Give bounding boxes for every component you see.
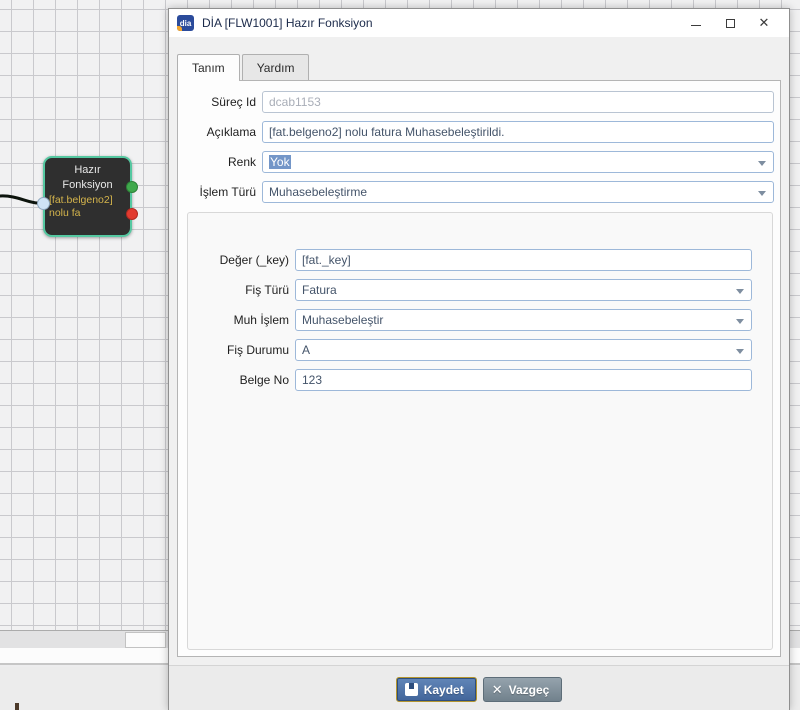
muh-islem-label: Muh İşlem: [194, 313, 289, 327]
dialog-hazir-fonksiyon: dia DİA [FLW1001] Hazır Fonksiyon ✕ Tanı…: [168, 8, 790, 710]
node-output-port-success[interactable]: [126, 181, 138, 193]
close-icon: ✕: [759, 15, 770, 31]
islem-turu-label: İşlem Türü: [184, 185, 256, 199]
screen: Hazır Fonksiyon [fat.belgeno2] nolu fa d…: [0, 0, 800, 710]
node-title: Hazır Fonksiyon: [49, 163, 126, 193]
chevron-down-icon: [758, 161, 766, 166]
kaydet-button[interactable]: Kaydet: [396, 677, 477, 702]
maximize-icon: [726, 19, 735, 28]
field-row-surec-id: Süreç Id dcab1153: [184, 91, 774, 113]
fis-turu-label: Fiş Türü: [194, 283, 289, 297]
fis-durumu-combobox[interactable]: A: [295, 339, 752, 361]
save-icon: [405, 683, 418, 696]
surec-id-input[interactable]: dcab1153: [262, 91, 774, 113]
dialog-button-bar: Kaydet ✕ Vazgeç: [169, 665, 789, 710]
tab-bar: Tanım Yardım: [177, 54, 789, 80]
tab-tanim[interactable]: Tanım: [177, 54, 240, 80]
field-row-belge-no: Belge No 123: [194, 369, 752, 391]
minimize-button[interactable]: [679, 12, 713, 34]
fis-durumu-label: Fiş Durumu: [194, 343, 289, 357]
dia-logo-icon: dia: [177, 15, 194, 31]
field-row-islem-turu: İşlem Türü Muhasebeleştirme: [184, 181, 774, 203]
scrollbar-thumb[interactable]: [125, 632, 166, 648]
field-row-fis-durumu: Fiş Durumu A: [194, 339, 752, 361]
chevron-down-icon: [736, 349, 744, 354]
close-button[interactable]: ✕: [747, 12, 781, 34]
vazgec-button[interactable]: ✕ Vazgeç: [483, 677, 563, 702]
aciklama-input[interactable]: [fat.belgeno2] nolu fatura Muhasebeleşti…: [262, 121, 774, 143]
chevron-down-icon: [736, 319, 744, 324]
node-input-port[interactable]: [37, 197, 50, 210]
renk-combobox[interactable]: Yok: [262, 151, 774, 173]
parameters-groupbox: Değer (_key) [fat._key] Fiş Türü Fatura …: [187, 212, 773, 650]
muh-islem-combobox[interactable]: Muhasebeleştir: [295, 309, 752, 331]
field-row-fis-turu: Fiş Türü Fatura: [194, 279, 752, 301]
deger-key-label: Değer (_key): [194, 253, 289, 267]
field-row-deger-key: Değer (_key) [fat._key]: [194, 249, 752, 271]
renk-label: Renk: [184, 155, 256, 169]
field-row-renk: Renk Yok: [184, 151, 774, 173]
cancel-x-icon: ✕: [492, 683, 503, 696]
aciklama-label: Açıklama: [184, 125, 256, 139]
minimize-icon: [691, 25, 701, 26]
deger-key-input[interactable]: [fat._key]: [295, 249, 752, 271]
chevron-down-icon: [736, 289, 744, 294]
field-row-muh-islem: Muh İşlem Muhasebeleştir: [194, 309, 752, 331]
tab-panel-tanim: Süreç Id dcab1153 Açıklama [fat.belgeno2…: [177, 80, 781, 657]
chevron-down-icon: [758, 191, 766, 196]
flow-node-hazir-fonksiyon[interactable]: Hazır Fonksiyon [fat.belgeno2] nolu fa: [43, 156, 132, 237]
dialog-titlebar[interactable]: dia DİA [FLW1001] Hazır Fonksiyon ✕: [169, 9, 789, 37]
field-row-aciklama: Açıklama [fat.belgeno2] nolu fatura Muha…: [184, 121, 774, 143]
belge-no-label: Belge No: [194, 373, 289, 387]
tab-yardim[interactable]: Yardım: [242, 54, 310, 80]
fis-turu-combobox[interactable]: Fatura: [295, 279, 752, 301]
clipped-icon: [15, 703, 19, 710]
maximize-button[interactable]: [713, 12, 747, 34]
belge-no-input[interactable]: 123: [295, 369, 752, 391]
dialog-title: DİA [FLW1001] Hazır Fonksiyon: [202, 16, 679, 30]
surec-id-label: Süreç Id: [184, 95, 256, 109]
node-output-port-error[interactable]: [126, 208, 138, 220]
node-description: [fat.belgeno2] nolu fa: [49, 194, 126, 221]
islem-turu-combobox[interactable]: Muhasebeleştirme: [262, 181, 774, 203]
